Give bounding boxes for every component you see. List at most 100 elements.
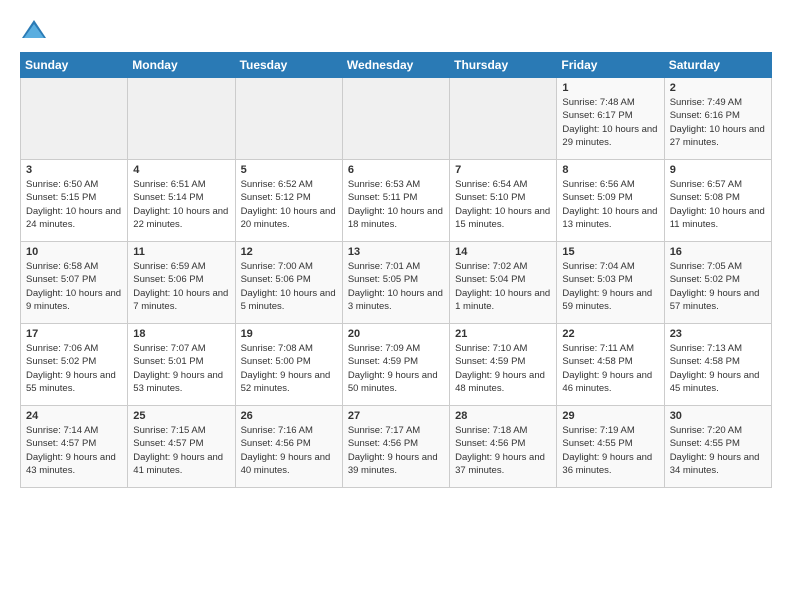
day-cell <box>128 78 235 160</box>
day-info: Sunrise: 6:56 AM Sunset: 5:09 PM Dayligh… <box>562 178 658 231</box>
day-cell: 6Sunrise: 6:53 AM Sunset: 5:11 PM Daylig… <box>342 160 449 242</box>
day-info: Sunrise: 7:49 AM Sunset: 6:16 PM Dayligh… <box>670 96 766 149</box>
day-cell: 12 Sunrise: 7:00 AM Sunset: 5:06 PM Dayli… <box>235 242 342 324</box>
day-number: 3 <box>26 164 122 176</box>
logo <box>20 16 52 44</box>
day-number: 4 <box>133 164 229 176</box>
day-number: 30 <box>670 410 766 422</box>
day-cell: 29 Sunrise: 7:19 AM Sunset: 4:55 PM Dayli… <box>557 406 664 488</box>
day-cell: 23 Sunrise: 7:13 AM Sunset: 4:58 PM Dayli… <box>664 324 771 406</box>
weekday-header-friday: Friday <box>557 53 664 78</box>
day-number: 20 <box>348 328 444 340</box>
day-cell: 7 Sunrise: 6:54 AM Sunset: 5:10 PM Daylig… <box>450 160 557 242</box>
day-info: Sunrise: 7:16 AM Sunset: 4:56 PM Dayligh… <box>241 424 337 477</box>
day-number: 7 <box>455 164 551 176</box>
day-number: 2 <box>670 82 766 94</box>
day-number: 26 <box>241 410 337 422</box>
week-row-2: 3 Sunrise: 6:50 AM Sunset: 5:15 PM Daylig… <box>21 160 772 242</box>
weekday-header-row: SundayMondayTuesdayWednesdayThursdayFrid… <box>21 53 772 78</box>
day-number: 23 <box>670 328 766 340</box>
day-number: 19 <box>241 328 337 340</box>
day-info: Sunrise: 7:01 AM Sunset: 5:05 PM Dayligh… <box>348 260 444 313</box>
page: SundayMondayTuesdayWednesdayThursdayFrid… <box>0 0 792 498</box>
day-cell <box>235 78 342 160</box>
day-cell: 14 Sunrise: 7:02 AM Sunset: 5:04 PM Dayli… <box>450 242 557 324</box>
day-info: Sunrise: 7:05 AM Sunset: 5:02 PM Dayligh… <box>670 260 766 313</box>
day-number: 24 <box>26 410 122 422</box>
weekday-header-sunday: Sunday <box>21 53 128 78</box>
day-info: Sunrise: 7:02 AM Sunset: 5:04 PM Dayligh… <box>455 260 551 313</box>
day-info: Sunrise: 7:48 AM Sunset: 6:17 PM Dayligh… <box>562 96 658 149</box>
day-cell <box>450 78 557 160</box>
day-info: Sunrise: 6:58 AM Sunset: 5:07 PM Dayligh… <box>26 260 122 313</box>
week-row-1: 1Sunrise: 7:48 AM Sunset: 6:17 PM Daylig… <box>21 78 772 160</box>
day-number: 12 <box>241 246 337 258</box>
day-number: 21 <box>455 328 551 340</box>
day-cell: 27Sunrise: 7:17 AM Sunset: 4:56 PM Dayli… <box>342 406 449 488</box>
day-cell: 16 Sunrise: 7:05 AM Sunset: 5:02 PM Dayli… <box>664 242 771 324</box>
day-cell: 11Sunrise: 6:59 AM Sunset: 5:06 PM Dayli… <box>128 242 235 324</box>
week-row-4: 17 Sunrise: 7:06 AM Sunset: 5:02 PM Dayli… <box>21 324 772 406</box>
day-info: Sunrise: 7:13 AM Sunset: 4:58 PM Dayligh… <box>670 342 766 395</box>
day-info: Sunrise: 7:18 AM Sunset: 4:56 PM Dayligh… <box>455 424 551 477</box>
day-cell: 8 Sunrise: 6:56 AM Sunset: 5:09 PM Daylig… <box>557 160 664 242</box>
day-info: Sunrise: 6:52 AM Sunset: 5:12 PM Dayligh… <box>241 178 337 231</box>
day-cell: 10 Sunrise: 6:58 AM Sunset: 5:07 PM Dayli… <box>21 242 128 324</box>
day-number: 16 <box>670 246 766 258</box>
day-cell: 17 Sunrise: 7:06 AM Sunset: 5:02 PM Dayli… <box>21 324 128 406</box>
weekday-header-tuesday: Tuesday <box>235 53 342 78</box>
day-info: Sunrise: 7:19 AM Sunset: 4:55 PM Dayligh… <box>562 424 658 477</box>
day-number: 29 <box>562 410 658 422</box>
day-number: 18 <box>133 328 229 340</box>
day-cell: 1Sunrise: 7:48 AM Sunset: 6:17 PM Daylig… <box>557 78 664 160</box>
day-cell: 20Sunrise: 7:09 AM Sunset: 4:59 PM Dayli… <box>342 324 449 406</box>
day-cell: 5 Sunrise: 6:52 AM Sunset: 5:12 PM Daylig… <box>235 160 342 242</box>
week-row-5: 24 Sunrise: 7:14 AM Sunset: 4:57 PM Dayli… <box>21 406 772 488</box>
day-number: 28 <box>455 410 551 422</box>
day-cell: 2 Sunrise: 7:49 AM Sunset: 6:16 PM Daylig… <box>664 78 771 160</box>
day-number: 15 <box>562 246 658 258</box>
day-cell: 9 Sunrise: 6:57 AM Sunset: 5:08 PM Daylig… <box>664 160 771 242</box>
day-info: Sunrise: 7:00 AM Sunset: 5:06 PM Dayligh… <box>241 260 337 313</box>
day-info: Sunrise: 6:54 AM Sunset: 5:10 PM Dayligh… <box>455 178 551 231</box>
header <box>20 16 772 44</box>
day-cell <box>21 78 128 160</box>
weekday-header-thursday: Thursday <box>450 53 557 78</box>
day-number: 25 <box>133 410 229 422</box>
day-cell: 21 Sunrise: 7:10 AM Sunset: 4:59 PM Dayli… <box>450 324 557 406</box>
logo-icon <box>20 16 48 44</box>
day-info: Sunrise: 6:59 AM Sunset: 5:06 PM Dayligh… <box>133 260 229 313</box>
calendar-table: SundayMondayTuesdayWednesdayThursdayFrid… <box>20 52 772 488</box>
day-number: 5 <box>241 164 337 176</box>
day-info: Sunrise: 7:17 AM Sunset: 4:56 PM Dayligh… <box>348 424 444 477</box>
day-number: 6 <box>348 164 444 176</box>
day-cell <box>342 78 449 160</box>
day-cell: 15 Sunrise: 7:04 AM Sunset: 5:03 PM Dayli… <box>557 242 664 324</box>
day-cell: 4 Sunrise: 6:51 AM Sunset: 5:14 PM Daylig… <box>128 160 235 242</box>
day-info: Sunrise: 7:20 AM Sunset: 4:55 PM Dayligh… <box>670 424 766 477</box>
day-info: Sunrise: 7:14 AM Sunset: 4:57 PM Dayligh… <box>26 424 122 477</box>
day-info: Sunrise: 7:07 AM Sunset: 5:01 PM Dayligh… <box>133 342 229 395</box>
day-cell: 24 Sunrise: 7:14 AM Sunset: 4:57 PM Dayli… <box>21 406 128 488</box>
day-cell: 28 Sunrise: 7:18 AM Sunset: 4:56 PM Dayli… <box>450 406 557 488</box>
day-cell: 30 Sunrise: 7:20 AM Sunset: 4:55 PM Dayli… <box>664 406 771 488</box>
weekday-header-wednesday: Wednesday <box>342 53 449 78</box>
day-number: 10 <box>26 246 122 258</box>
day-info: Sunrise: 6:57 AM Sunset: 5:08 PM Dayligh… <box>670 178 766 231</box>
day-number: 17 <box>26 328 122 340</box>
day-number: 8 <box>562 164 658 176</box>
day-number: 14 <box>455 246 551 258</box>
week-row-3: 10 Sunrise: 6:58 AM Sunset: 5:07 PM Dayli… <box>21 242 772 324</box>
weekday-header-saturday: Saturday <box>664 53 771 78</box>
day-cell: 22 Sunrise: 7:11 AM Sunset: 4:58 PM Dayli… <box>557 324 664 406</box>
day-info: Sunrise: 7:04 AM Sunset: 5:03 PM Dayligh… <box>562 260 658 313</box>
day-info: Sunrise: 6:51 AM Sunset: 5:14 PM Dayligh… <box>133 178 229 231</box>
day-info: Sunrise: 7:06 AM Sunset: 5:02 PM Dayligh… <box>26 342 122 395</box>
day-info: Sunrise: 7:11 AM Sunset: 4:58 PM Dayligh… <box>562 342 658 395</box>
day-cell: 25Sunrise: 7:15 AM Sunset: 4:57 PM Dayli… <box>128 406 235 488</box>
day-info: Sunrise: 7:10 AM Sunset: 4:59 PM Dayligh… <box>455 342 551 395</box>
day-cell: 19Sunrise: 7:08 AM Sunset: 5:00 PM Dayli… <box>235 324 342 406</box>
day-info: Sunrise: 6:50 AM Sunset: 5:15 PM Dayligh… <box>26 178 122 231</box>
day-number: 22 <box>562 328 658 340</box>
day-number: 9 <box>670 164 766 176</box>
